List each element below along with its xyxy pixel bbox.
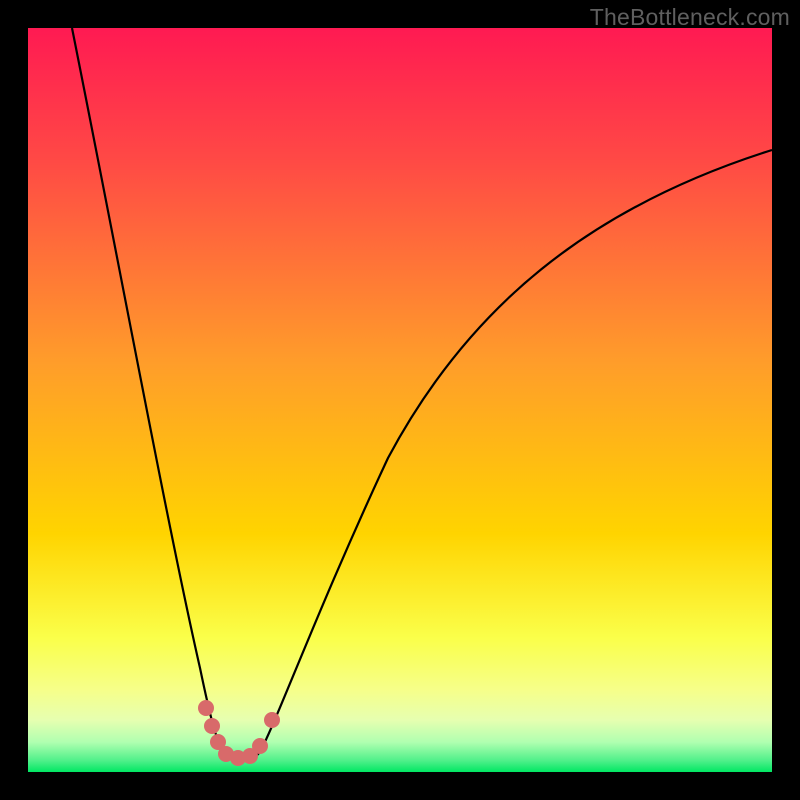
chart-frame bbox=[28, 28, 772, 772]
marker-dot bbox=[198, 700, 214, 716]
gradient-background bbox=[28, 28, 772, 772]
chart-svg bbox=[28, 28, 772, 772]
watermark-text: TheBottleneck.com bbox=[590, 4, 790, 31]
marker-dot bbox=[204, 718, 220, 734]
marker-dot bbox=[252, 738, 268, 754]
marker-dot bbox=[264, 712, 280, 728]
